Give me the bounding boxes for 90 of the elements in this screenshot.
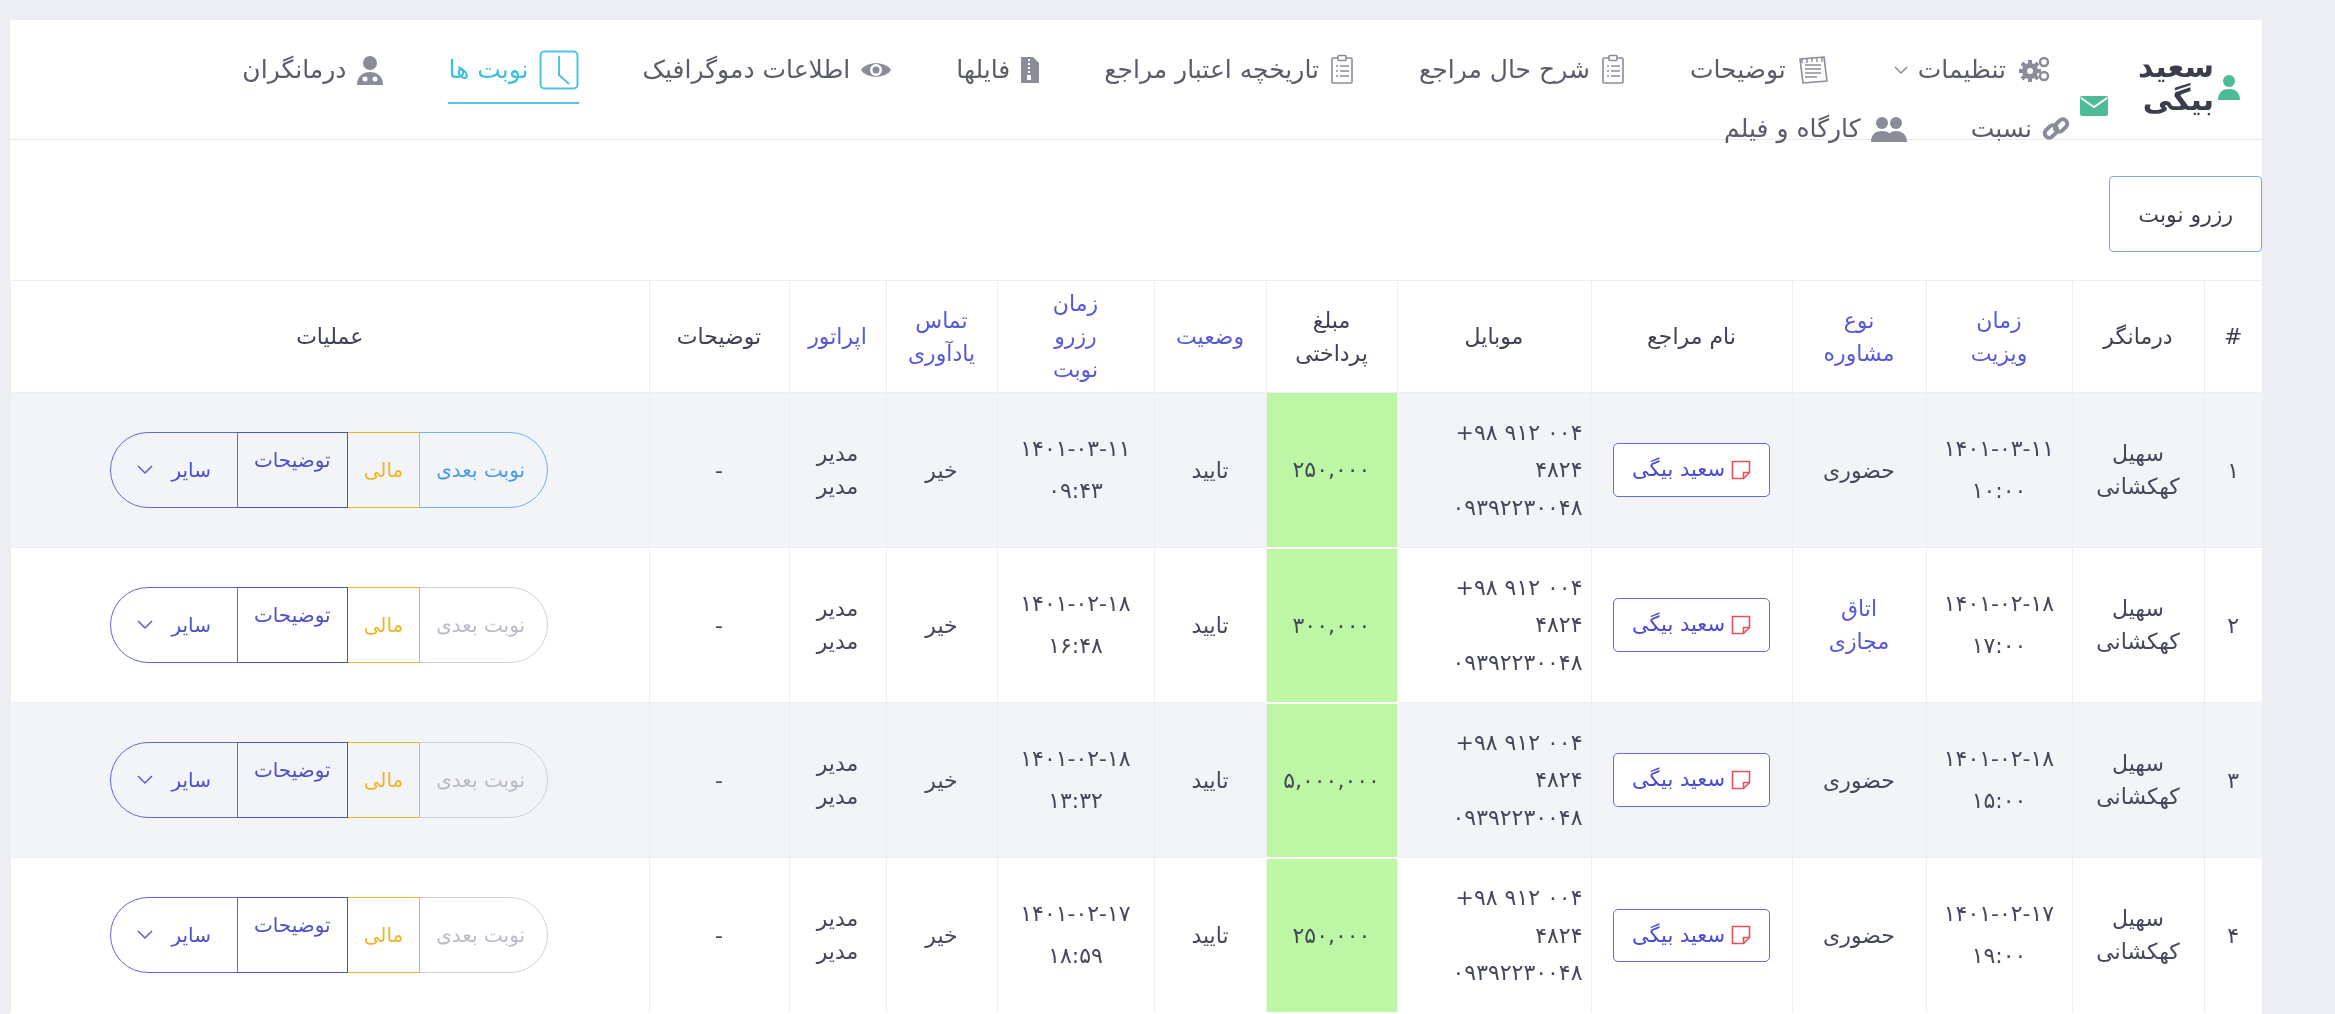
note-icon — [1731, 925, 1751, 946]
user-icon — [2218, 74, 2240, 100]
mail-icon — [2080, 96, 2108, 116]
consultation-type: حضوری — [1823, 766, 1895, 795]
status-text: تایید — [1154, 392, 1266, 548]
phone-number: +۹۸ ۹۱۲ ۰۰۴ ۴۸۲۴ — [1454, 418, 1583, 485]
phone-number: +۹۸ ۹۱۲ ۰۰۴ ۴۸۲۴ — [1454, 884, 1583, 950]
date-text: ۱۴۰۱-۰۳-۱۱ — [1019, 435, 1132, 464]
date-text: ۱۴۰۱-۰۲-۱۷ — [1942, 900, 2056, 929]
consultation-type: حضوری — [1823, 921, 1895, 950]
date-text: ۱۴۰۱-۰۲-۱۸ — [1019, 590, 1132, 619]
therapist-name: سهیل کهکشانی — [2096, 750, 2180, 811]
time-text: ۱۵:۰۰ — [1970, 787, 2028, 815]
mobile-number: ۰۹۳۹۲۲۳۰۰۴۸ — [1451, 803, 1583, 832]
date-text: ۱۴۰۱-۰۳-۱۱ — [1942, 435, 2056, 464]
time-text: ۱۰:۰۰ — [1970, 477, 2028, 505]
amount-cell: ۲۵۰,۰۰۰ — [1266, 857, 1397, 1013]
caret-icon — [1893, 65, 1908, 75]
users-icon — [1870, 115, 1907, 142]
doctor-icon — [356, 55, 385, 85]
note-icon — [1731, 615, 1751, 635]
time-text: ۱۸:۵۹ — [1047, 942, 1104, 971]
operator-name: مدیر مدیر — [816, 440, 859, 501]
chevron-icon — [137, 775, 154, 785]
status-text: تایید — [1154, 702, 1266, 858]
consultation-type: حضوری — [1823, 456, 1895, 485]
user-name: سعید بیگی — [2138, 50, 2214, 116]
note-icon — [1731, 770, 1751, 790]
client-button[interactable]: سعید بیگی — [1612, 753, 1770, 807]
phone-number: +۹۸ ۹۱۲ ۰۰۴ ۴۸۲۴ — [1454, 728, 1583, 795]
amount-cell: ۳۰۰,۰۰۰ — [1266, 547, 1397, 703]
notes-button[interactable]: توضیحات — [236, 742, 348, 818]
time-text: ۱۹:۰۰ — [1970, 942, 2028, 971]
time-text: ۰۹:۴۳ — [1047, 477, 1104, 505]
reserve-button[interactable]: رزرو نوبت — [2109, 176, 2262, 252]
nav-tab[interactable]: کارگاه و فیلم — [1724, 110, 1907, 162]
notes-text: - — [649, 702, 789, 858]
operator-name: مدیر مدیر — [816, 595, 859, 656]
nav-tab[interactable]: تنظیمات — [1893, 50, 2050, 104]
notes-text: - — [649, 857, 789, 1013]
amount-cell: ۵,۰۰۰,۰۰۰ — [1266, 702, 1397, 858]
mobile-number: ۰۹۳۹۲۲۳۰۰۴۸ — [1451, 493, 1583, 522]
therapist-name: سهیل کهکشانی — [2096, 595, 2180, 656]
nav-tab[interactable]: اطلاعات دموگرافیک — [642, 50, 893, 104]
row-number: ۱ — [2204, 392, 2262, 548]
mobile-number: ۰۹۳۹۲۲۳۰۰۴۸ — [1451, 958, 1583, 987]
time-text: ۱۳:۳۲ — [1047, 787, 1104, 815]
amount-cell: ۲۵۰,۰۰۰ — [1266, 392, 1397, 548]
chevron-icon — [137, 620, 154, 630]
notes-text: - — [649, 392, 789, 548]
mobile-number: ۰۹۳۹۲۲۳۰۰۴۸ — [1451, 648, 1583, 677]
gears-icon — [2016, 56, 2050, 84]
time-text: ۱۶:۴۸ — [1047, 632, 1104, 660]
nav-tab[interactable]: درمانگران — [242, 50, 385, 104]
clock-icon — [538, 50, 579, 90]
date-text: ۱۴۰۱-۰۲-۱۸ — [1019, 745, 1132, 774]
nav-tab[interactable]: توضیحات — [1689, 50, 1830, 104]
status-text: تایید — [1154, 857, 1266, 1013]
row-number: ۳ — [2204, 702, 2262, 858]
clipboard-icon — [1329, 54, 1355, 86]
clipboard-icon — [1599, 54, 1626, 86]
chevron-icon — [137, 930, 154, 941]
therapist-name: سهیل کهکشانی — [2096, 905, 2180, 967]
notes-button[interactable]: توضیحات — [236, 897, 348, 974]
zip-file-icon — [1020, 56, 1041, 84]
operator-name: مدیر مدیر — [816, 905, 859, 967]
time-text: ۱۷:۰۰ — [1970, 632, 2028, 660]
nav-tab[interactable]: نسبت — [1970, 110, 2070, 162]
note-icon — [1731, 460, 1751, 480]
row-number: ۴ — [2204, 857, 2262, 1013]
notes-button[interactable]: توضیحات — [236, 587, 348, 663]
phone-number: +۹۸ ۹۱۲ ۰۰۴ ۴۸۲۴ — [1454, 573, 1583, 640]
nav-tab[interactable]: شرح حال مراجع — [1419, 50, 1626, 104]
operator-name: مدیر مدیر — [816, 750, 859, 811]
therapist-name: سهیل کهکشانی — [2096, 440, 2180, 501]
notes-button[interactable]: توضیحات — [236, 432, 348, 508]
date-text: ۱۴۰۱-۰۲-۱۸ — [1942, 590, 2056, 619]
client-button[interactable]: سعید بیگی — [1612, 598, 1770, 652]
client-button[interactable]: سعید بیگی — [1612, 443, 1770, 497]
chevron-icon — [137, 465, 154, 475]
date-text: ۱۴۰۱-۰۲-۱۸ — [1942, 745, 2056, 774]
reminder-text: خیر — [886, 702, 997, 858]
link-icon — [2042, 114, 2070, 143]
reminder-text: خیر — [886, 857, 997, 1013]
nav-tab[interactable]: تاریخچه اعتبار مراجع — [1104, 50, 1355, 104]
client-button[interactable]: سعید بیگی — [1612, 908, 1770, 962]
reminder-text: خیر — [886, 392, 997, 548]
nav-tab[interactable]: فایلها — [956, 50, 1041, 104]
date-text: ۱۴۰۱-۰۲-۱۷ — [1019, 900, 1132, 929]
consultation-link[interactable]: اتاق مجازی — [1828, 592, 1890, 658]
